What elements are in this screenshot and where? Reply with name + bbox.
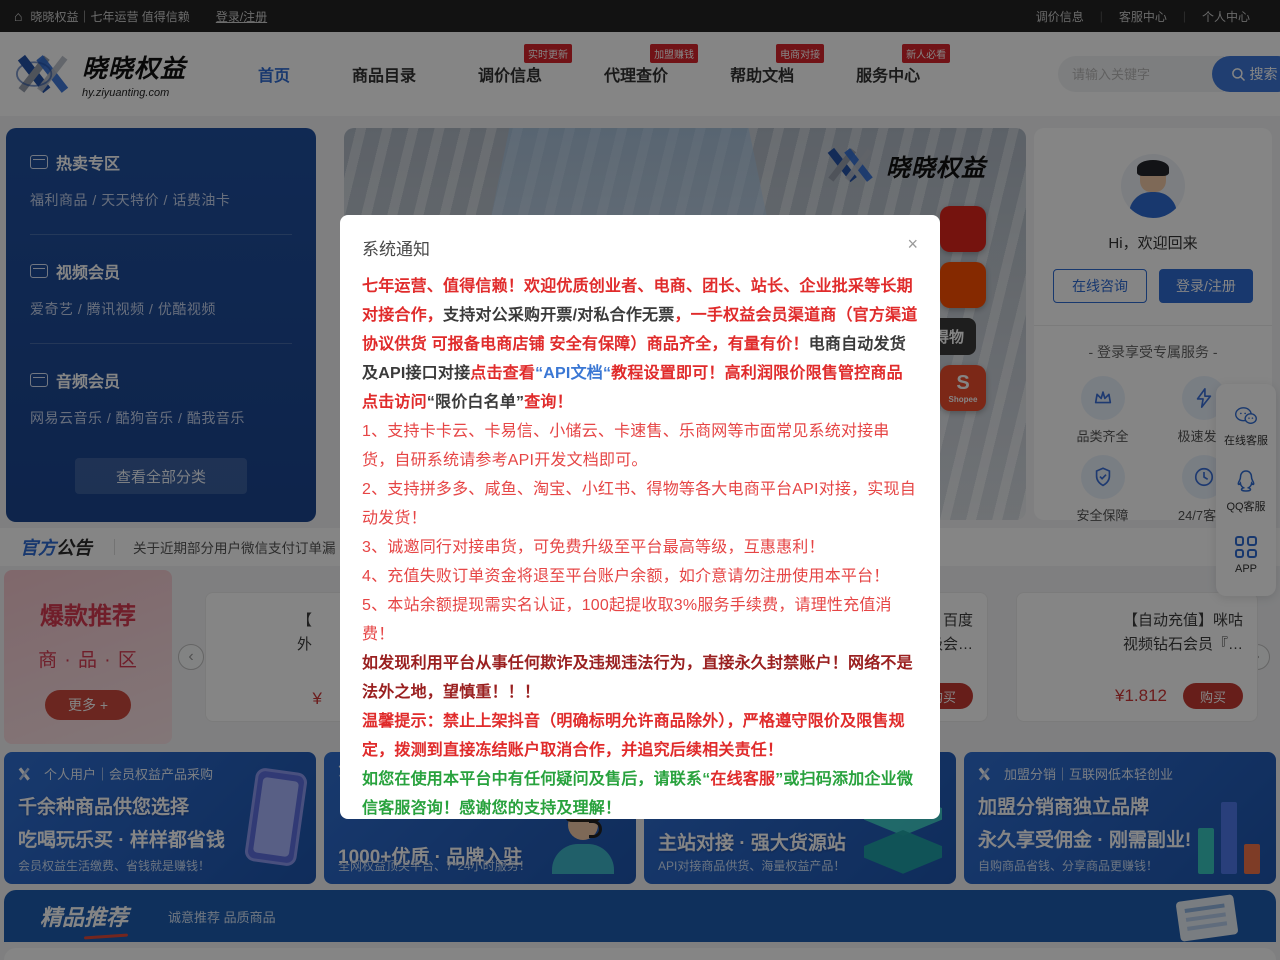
notice-contact: 如您在使用本平台中有任何疑问及售后，请联系“在线客服”或扫码添加企业微信客服咨询… — [362, 765, 918, 819]
system-notice-modal: 系统通知 × 七年运营、值得信赖！欢迎优质创业者、电商、团长、站长、企业批采等长… — [340, 215, 940, 819]
notice-item-3: 3、诚邀同行对接串货，可免费升级至平台最高等级，互惠惠利！ — [362, 533, 918, 562]
api-doc-link[interactable]: “API文档“ — [535, 365, 611, 382]
modal-close-icon[interactable]: × — [907, 235, 918, 253]
notice-item-5: 5、本站余额提现需实名认证，100起提收取3%服务手续费，请理性充值消费！ — [362, 591, 918, 649]
notice-tip: 温馨提示：禁止上架抖音（明确标明允许商品除外），严格遵守限价及限售规定，拨测到直… — [362, 707, 918, 765]
modal-title: 系统通知 — [362, 235, 430, 260]
notice-item-1: 1、支持卡卡云、卡易信、小储云、卡速售、乐商网等市面常见系统对接串货，自研系统请… — [362, 417, 918, 475]
notice-item-4: 4、充值失败订单资金将退至平台账户余额，如介意请勿注册使用本平台！ — [362, 562, 918, 591]
notice-item-2: 2、支持拼多多、咸鱼、淘宝、小红书、得物等各大电商平台API对接，实现自动发货！ — [362, 475, 918, 533]
notice-paragraph: 七年运营、值得信赖！欢迎优质创业者、电商、团长、站长、企业批采等长期对接合作，支… — [362, 272, 918, 417]
modal-body: 七年运营、值得信赖！欢迎优质创业者、电商、团长、站长、企业批采等长期对接合作，支… — [362, 272, 918, 819]
notice-warning: 如发现利用平台从事任何欺诈及违规违法行为，直接永久封禁账户！网络不是法外之地，望… — [362, 649, 918, 707]
